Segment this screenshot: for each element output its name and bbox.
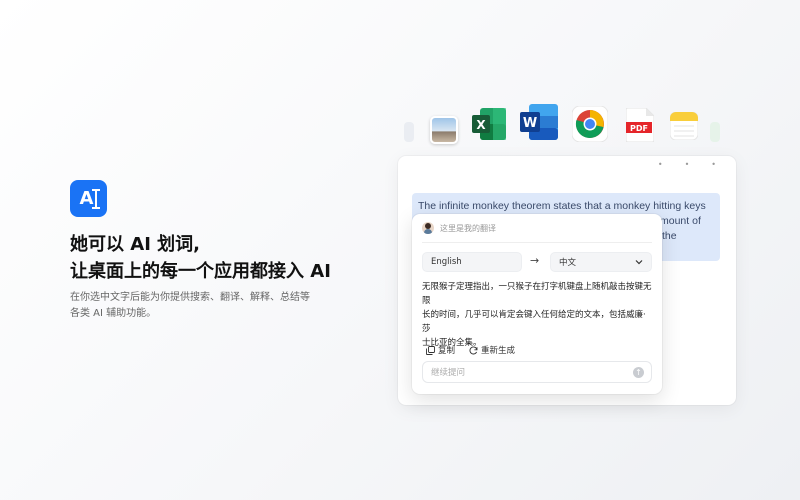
- close-button[interactable]: •: [711, 160, 716, 169]
- selected-text-line-1: The infinite monkey theorem states that …: [418, 200, 706, 212]
- excel-icon: X: [472, 108, 506, 140]
- selected-text-line-2: mount of: [660, 215, 701, 227]
- app-logo-icon: A: [70, 180, 107, 217]
- translation-popup: 这里是我的翻译 English → 中文 无限猴子定理指出，一只猴子在打字机键盘…: [412, 214, 662, 394]
- follow-up-placeholder: 继续提问: [431, 368, 466, 378]
- subtext-line-1: 在你选中文字后能为你提供搜索、翻译、解释、总结等: [70, 292, 310, 303]
- source-language-label: English: [431, 257, 462, 267]
- subtext: 在你选中文字后能为你提供搜索、翻译、解释、总结等 各类 AI 辅助功能。: [70, 290, 320, 322]
- chevron-down-icon: [635, 260, 643, 265]
- chrome-icon: [572, 106, 608, 142]
- copy-button[interactable]: 复制: [426, 344, 455, 356]
- excel-letter: X: [476, 118, 486, 132]
- avatar: [422, 222, 434, 234]
- pdf-label: PDF: [630, 124, 648, 133]
- app-icon-row: X W PDF: [400, 104, 730, 148]
- notes-icon: [670, 112, 698, 140]
- copy-label: 复制: [438, 346, 456, 356]
- pdf-icon: PDF: [626, 108, 654, 142]
- faded-app-icon: [404, 122, 414, 142]
- subtext-line-2: 各类 AI 辅助功能。: [70, 308, 157, 319]
- headline-line-1: 她可以 AI 划词,: [70, 234, 200, 255]
- copy-icon: [426, 345, 435, 355]
- popup-actions: 复制 重新生成: [426, 344, 515, 356]
- arrow-right-icon: →: [530, 254, 540, 267]
- word-letter: W: [523, 116, 537, 131]
- headline-line-2: 让桌面上的每一个应用都接入 AI: [70, 261, 331, 282]
- word-icon: W: [520, 104, 558, 140]
- follow-up-input[interactable]: 继续提问 ↑: [422, 361, 652, 383]
- headline: 她可以 AI 划词, 让桌面上的每一个应用都接入 AI: [70, 231, 370, 285]
- window-controls: • • •: [658, 160, 716, 169]
- target-language-select[interactable]: 中文: [550, 252, 652, 272]
- regenerate-label: 重新生成: [481, 346, 516, 356]
- popup-title: 这里是我的翻译: [440, 223, 496, 233]
- regenerate-button[interactable]: 重新生成: [469, 344, 515, 356]
- send-arrow-icon[interactable]: ↑: [633, 367, 644, 378]
- faded-app-icon: [710, 122, 720, 142]
- selected-text-line-3: the: [662, 230, 677, 242]
- logo-letter: A: [79, 188, 94, 209]
- preview-icon: [430, 116, 458, 144]
- translation-line-2: 长的时间，几乎可以肯定会键入任何给定的文本，包括威廉·莎: [422, 310, 646, 334]
- divider: [422, 242, 652, 243]
- minimize-button[interactable]: •: [658, 160, 663, 169]
- target-language-label: 中文: [559, 258, 577, 268]
- popup-header: 这里是我的翻译: [422, 222, 496, 234]
- refresh-icon: [469, 346, 478, 354]
- translation-result: 无限猴子定理指出，一只猴子在打字机键盘上随机敲击按键无限 长的时间，几乎可以肯定…: [422, 280, 654, 350]
- translation-line-1: 无限猴子定理指出，一只猴子在打字机键盘上随机敲击按键无限: [422, 282, 652, 306]
- maximize-button[interactable]: •: [685, 160, 690, 169]
- source-language-select[interactable]: English: [422, 252, 522, 272]
- text-cursor-icon: [92, 188, 101, 209]
